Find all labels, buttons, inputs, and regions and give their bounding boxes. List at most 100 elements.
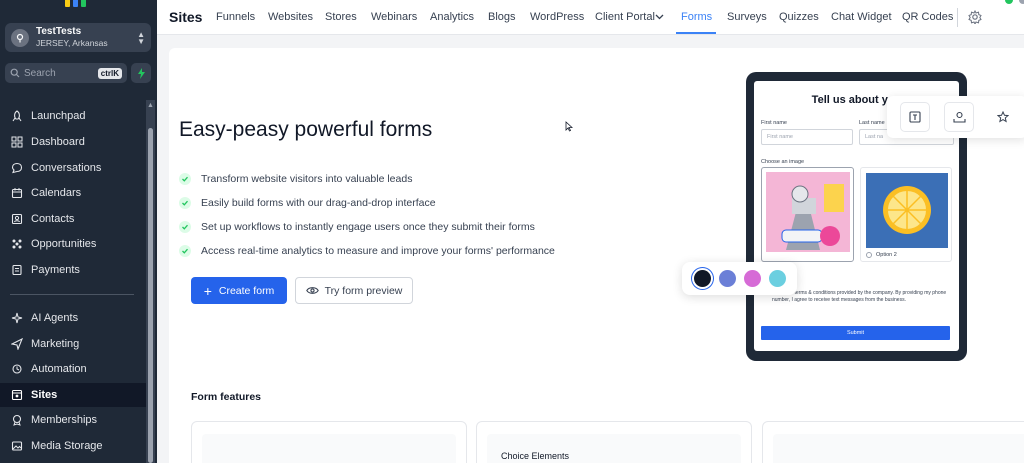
- swatch-black[interactable]: [693, 270, 711, 287]
- opportunities-icon: [10, 237, 24, 251]
- sidebar-item-label: Dashboard: [31, 136, 85, 148]
- sidebar-item-launchpad[interactable]: Launchpad: [0, 104, 146, 128]
- sidebar-divider: [10, 294, 134, 295]
- sites-icon: [10, 388, 24, 402]
- sidebar-item-sites[interactable]: Sites: [0, 383, 146, 407]
- sparkle-icon: [10, 311, 24, 325]
- feature-text: Easily build forms with our drag-and-dro…: [201, 197, 436, 209]
- swatch-pink[interactable]: [743, 270, 761, 287]
- feature-item: Set up workflows to instantly engage use…: [179, 221, 535, 233]
- image-option-2: Option 2: [860, 167, 952, 262]
- check-icon: [179, 245, 191, 257]
- option-2-label: Option 2: [876, 252, 897, 258]
- status-dot: [1019, 0, 1024, 4]
- sidebar-item-label: Media Storage: [31, 440, 103, 452]
- sidebar-item-calendars[interactable]: Calendars: [0, 181, 146, 205]
- bolt-icon: [137, 67, 145, 79]
- sidebar-item-ai-agents[interactable]: AI Agents: [0, 306, 146, 330]
- sidebar-item-label: Launchpad: [31, 110, 86, 122]
- sidebar-item-automation[interactable]: Automation: [0, 357, 146, 381]
- try-form-preview-button[interactable]: Try form preview: [295, 277, 413, 304]
- last-name-label: Last name: [859, 120, 885, 126]
- feature-card-preview: [773, 434, 1024, 463]
- tab-surveys[interactable]: Surveys: [727, 11, 767, 23]
- gear-icon[interactable]: [968, 10, 982, 24]
- tab-client-portal[interactable]: Client Portal: [595, 11, 655, 23]
- radio-icon: [866, 252, 872, 258]
- robot-arm-image: [766, 172, 850, 252]
- sidebar-item-label: AI Agents: [31, 312, 79, 324]
- sidebar-item-marketing[interactable]: Marketing: [0, 332, 146, 356]
- create-form-button[interactable]: + Create form: [191, 277, 287, 304]
- feature-item: Easily build forms with our drag-and-dro…: [179, 197, 436, 209]
- sidebar-item-memberships[interactable]: Memberships: [0, 408, 146, 432]
- tab-forms[interactable]: Forms: [681, 11, 712, 23]
- chevron-updown-icon: ▲ ▼: [137, 29, 145, 46]
- tab-webinars[interactable]: Webinars: [371, 11, 417, 23]
- search-icon: [10, 68, 20, 78]
- account-name: TestTests: [36, 26, 82, 38]
- feature-card[interactable]: Choice Elements: [476, 421, 752, 463]
- location-icon: [11, 28, 29, 47]
- memberships-icon: [10, 413, 24, 427]
- feature-card[interactable]: [191, 421, 467, 463]
- try-form-preview-label: Try form preview: [324, 284, 403, 297]
- tab-funnels[interactable]: Funnels: [216, 11, 255, 23]
- scroll-up-icon[interactable]: ▲: [147, 102, 154, 109]
- sidebar-item-opportunities[interactable]: Opportunities: [0, 232, 146, 256]
- feature-card-title: Choice Elements: [501, 451, 570, 461]
- first-name-field: First name: [761, 129, 853, 145]
- sidebar-item-dashboard[interactable]: Dashboard: [0, 130, 146, 154]
- calendar-icon: [10, 186, 24, 200]
- feature-item: Transform website visitors into valuable…: [179, 173, 412, 185]
- dashboard-icon: [10, 135, 24, 149]
- tab-analytics[interactable]: Analytics: [430, 11, 474, 23]
- sidebar-item-label: Conversations: [31, 162, 102, 174]
- account-switcher[interactable]: TestTests JERSEY, Arkansas ▲ ▼: [5, 23, 151, 52]
- image-icon: [10, 439, 24, 453]
- tab-stores[interactable]: Stores: [325, 11, 357, 23]
- rating-tool[interactable]: [988, 102, 1018, 132]
- option-2-choice: Option 2: [866, 252, 897, 258]
- swatch-cyan[interactable]: [768, 270, 786, 287]
- chat-icon: [10, 161, 24, 175]
- sidebar-scroll-thumb[interactable]: [148, 128, 153, 463]
- element-toolbar: [887, 96, 1024, 138]
- image-option-1: [761, 167, 854, 262]
- mouse-cursor-icon: [565, 121, 573, 132]
- eye-icon: [305, 287, 319, 294]
- sidebar-item-payments[interactable]: Payments: [0, 258, 146, 282]
- feature-card-preview: [202, 434, 456, 463]
- payments-icon: [10, 263, 24, 277]
- sidebar-item-label: Calendars: [31, 187, 82, 199]
- chevron-down-icon[interactable]: [655, 14, 664, 20]
- sidebar-item-label: Memberships: [31, 414, 98, 426]
- sidebar-item-conversations[interactable]: Conversations: [0, 156, 146, 180]
- check-icon: [179, 173, 191, 185]
- page-title: Sites: [169, 9, 203, 25]
- sidebar-item-media-storage[interactable]: Media Storage: [0, 434, 146, 458]
- feature-text: Set up workflows to instantly engage use…: [201, 221, 535, 233]
- quick-action-button[interactable]: [131, 63, 151, 83]
- hero-title: Easy-peasy powerful forms: [179, 118, 433, 141]
- tab-quizzes[interactable]: Quizzes: [779, 11, 819, 23]
- tab-chat-widget[interactable]: Chat Widget: [831, 11, 892, 23]
- search-input[interactable]: Search ctrlK: [5, 63, 127, 83]
- tab-websites[interactable]: Websites: [268, 11, 313, 23]
- image-upload-tool[interactable]: [944, 102, 974, 132]
- tab-qr-codes[interactable]: QR Codes: [902, 11, 953, 23]
- active-tab-indicator: [676, 32, 716, 34]
- check-icon: [179, 221, 191, 233]
- divider: [957, 8, 958, 27]
- sidebar-item-contacts[interactable]: Contacts: [0, 207, 146, 231]
- star-icon: [997, 111, 1009, 123]
- swatch-blue[interactable]: [718, 270, 736, 287]
- orange-slice-image: [866, 173, 948, 248]
- sidebar-item-label: Payments: [31, 264, 80, 276]
- upload-icon: [952, 111, 966, 123]
- feature-card[interactable]: [762, 421, 1024, 463]
- text-field-tool[interactable]: [900, 102, 930, 132]
- tab-wordpress[interactable]: WordPress: [530, 11, 584, 23]
- contacts-icon: [10, 212, 24, 226]
- tab-blogs[interactable]: Blogs: [488, 11, 516, 23]
